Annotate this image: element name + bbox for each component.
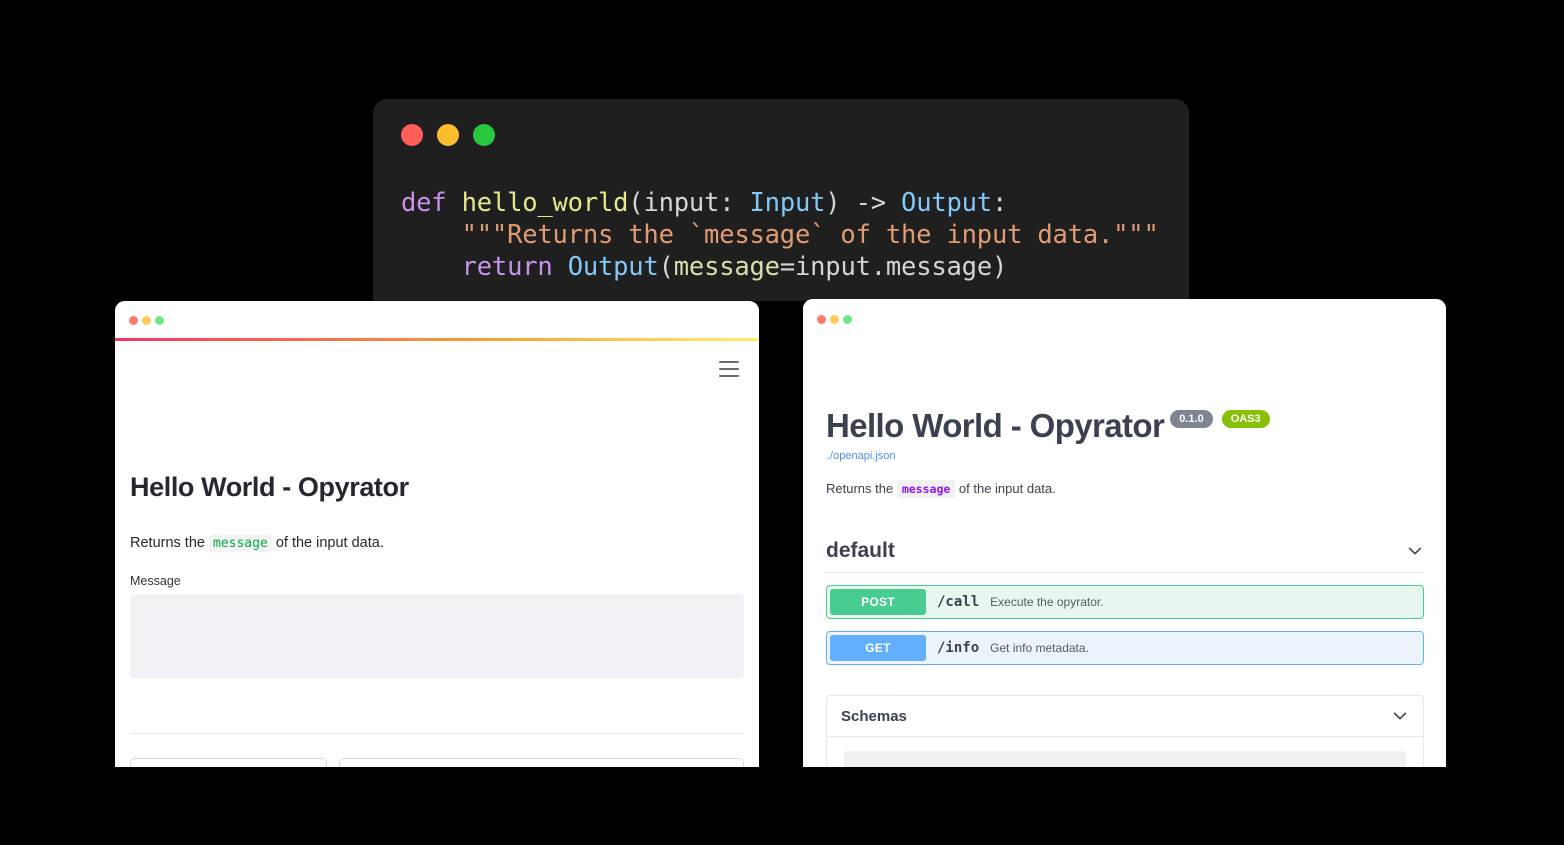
- schemas-label: Schemas: [841, 707, 907, 725]
- schemas-list: HTTPValidationError: [827, 737, 1423, 767]
- operation-get-info[interactable]: GET /info Get info metadata.: [826, 631, 1424, 665]
- code-token: =input.message): [779, 252, 1008, 282]
- streamlit-app-window: Hello World - Opyrator Returns the messa…: [115, 301, 759, 767]
- chevron-down-icon[interactable]: [1406, 542, 1424, 560]
- hamburger-line: [719, 368, 739, 370]
- description-text-before: Returns the: [826, 481, 897, 496]
- schemas-header[interactable]: Schemas: [827, 696, 1423, 737]
- schema-item-httpvalidationerror[interactable]: HTTPValidationError: [844, 751, 1406, 767]
- http-verb-badge: GET: [830, 635, 926, 661]
- description-text-before: Returns the: [130, 535, 209, 551]
- code-token: Input: [749, 188, 826, 218]
- code-token: (: [658, 252, 674, 282]
- close-button[interactable]: [401, 124, 423, 146]
- code-token: """Returns the `message` of the input da…: [401, 220, 1159, 250]
- code-token: :: [991, 188, 1008, 218]
- code-token: return: [461, 252, 568, 282]
- operation-path: /info: [937, 640, 980, 656]
- api-description: Returns the message of the input data.: [826, 480, 1056, 498]
- form-divider: [130, 733, 744, 734]
- chevron-right-icon[interactable]: [1006, 766, 1017, 767]
- oas-version-badge: OAS3: [1221, 410, 1270, 429]
- page-title: Hello World - Opyrator: [130, 472, 409, 502]
- streamlit-traffic-lights: [129, 316, 164, 325]
- code-token: Output: [901, 188, 992, 218]
- operation-summary: Execute the opyrator.: [990, 595, 1104, 609]
- operation-summary: Get info metadata.: [990, 641, 1089, 655]
- streamlit-title-bar: [115, 301, 759, 338]
- page-description: Returns the message of the input data.: [130, 533, 384, 555]
- hamburger-line: [719, 361, 739, 363]
- code-token: Output: [567, 252, 659, 282]
- operation-path: /call: [937, 594, 980, 610]
- minimize-button[interactable]: [830, 315, 839, 324]
- api-title: Hello World - Opyrator: [826, 407, 1165, 444]
- maximize-button[interactable]: [473, 124, 495, 146]
- swagger-header: Hello World - Opyrator 0.1.0 OAS3: [826, 409, 1270, 442]
- operation-post-call[interactable]: POST /call Execute the opyrator.: [826, 585, 1424, 619]
- minimize-button[interactable]: [142, 316, 151, 325]
- close-button[interactable]: [129, 316, 138, 325]
- code-editor-window: def hello_world(input: Input) -> Output:…: [373, 99, 1189, 301]
- hamburger-menu-icon[interactable]: [719, 361, 739, 377]
- streamlit-main-content: Hello World - Opyrator Returns the messa…: [115, 341, 759, 767]
- api-version-badge: 0.1.0: [1170, 410, 1213, 429]
- description-text-after: of the input data.: [955, 481, 1056, 496]
- inline-code-message: message: [896, 480, 956, 498]
- message-field-label: Message: [130, 574, 181, 588]
- code-token: hello_world: [461, 188, 629, 218]
- maximize-button[interactable]: [155, 316, 164, 325]
- code-line: """Returns the `message` of the input da…: [401, 219, 1189, 251]
- minimize-button[interactable]: [437, 124, 459, 146]
- maximize-button[interactable]: [843, 315, 852, 324]
- code-snippet: def hello_world(input: Input) -> Output:…: [401, 187, 1189, 283]
- code-token: def: [401, 188, 462, 218]
- hamburger-line: [719, 375, 739, 377]
- swagger-ui-window: Hello World - Opyrator 0.1.0 OAS3 ./open…: [803, 299, 1446, 767]
- code-line: return Output(message=input.message): [401, 251, 1189, 283]
- http-verb-badge: POST: [830, 589, 926, 615]
- code-line: def hello_world(input: Input) -> Output:: [401, 187, 1189, 219]
- code-token: ) ->: [825, 188, 902, 218]
- code-token: (input:: [628, 188, 750, 218]
- execute-button[interactable]: Execute: [339, 758, 744, 767]
- chevron-down-icon[interactable]: [1391, 707, 1409, 725]
- form-action-buttons: Clear Execute: [130, 758, 744, 767]
- schema-name: HTTPValidationError: [860, 765, 997, 767]
- tag-section-default: default POST /call Execute the opyrator.…: [826, 539, 1424, 665]
- openapi-spec-link[interactable]: ./openapi.json: [827, 450, 896, 462]
- screenshot-stage: def hello_world(input: Input) -> Output:…: [0, 0, 1564, 845]
- code-token: message: [673, 252, 780, 282]
- description-text-after: of the input data.: [271, 535, 384, 551]
- swagger-main-content: Hello World - Opyrator 0.1.0 OAS3 ./open…: [803, 333, 1446, 767]
- clear-button[interactable]: Clear: [130, 758, 327, 767]
- tag-section-label: default: [826, 539, 895, 562]
- message-input[interactable]: [130, 594, 744, 679]
- inline-code-message: message: [209, 535, 272, 552]
- swagger-traffic-lights: [817, 315, 852, 324]
- code-window-traffic-lights: [401, 124, 495, 146]
- swagger-title-bar: [803, 299, 1446, 333]
- close-button[interactable]: [817, 315, 826, 324]
- tag-section-header[interactable]: default: [826, 539, 1424, 573]
- schemas-section: Schemas HTTPValidationError: [826, 695, 1424, 767]
